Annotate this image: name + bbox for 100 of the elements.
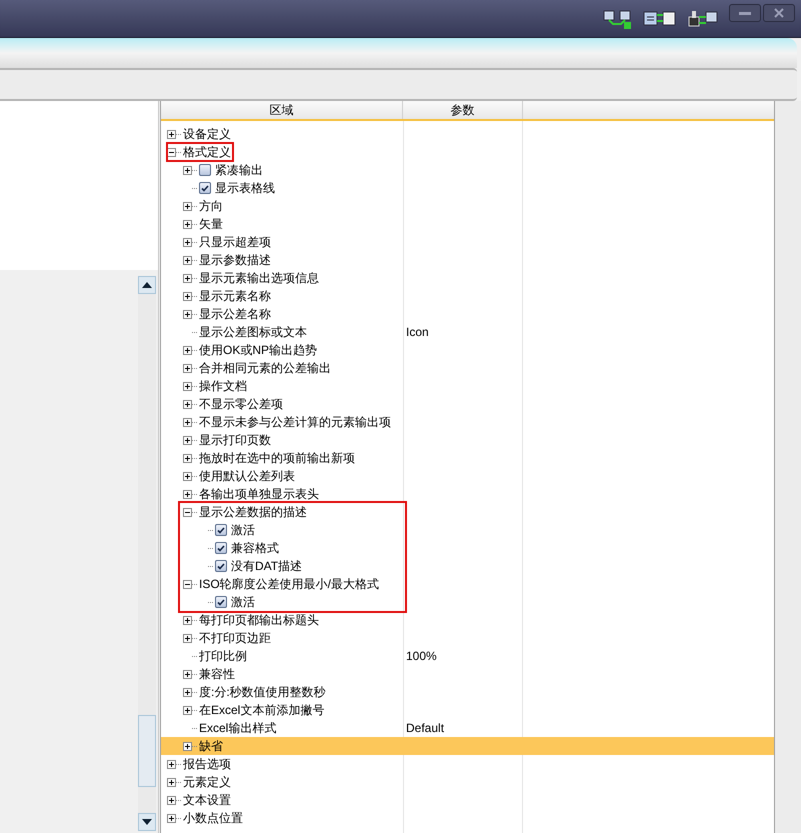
tree-row[interactable]: 合并相同元素的公差输出 [161, 359, 774, 377]
tree-row[interactable]: 使用OK或NP输出趋势 [161, 341, 774, 359]
tree-row[interactable]: 各输出项单独显示表头 [161, 485, 774, 503]
column-header[interactable]: 区域 [161, 101, 403, 119]
expand-icon[interactable] [183, 634, 192, 642]
expand-icon[interactable] [183, 670, 192, 678]
expand-icon[interactable] [183, 382, 192, 390]
expand-icon[interactable] [183, 436, 192, 444]
expand-icon[interactable] [183, 364, 192, 372]
tree-row[interactable]: 显示表格线 [161, 179, 774, 197]
tree-label: 元素定义 [183, 774, 231, 791]
checkbox[interactable] [215, 596, 227, 608]
expand-icon[interactable] [183, 256, 192, 264]
checkbox[interactable] [215, 560, 227, 572]
expand-icon[interactable] [183, 490, 192, 498]
machine-link-icon[interactable] [687, 8, 719, 28]
expand-icon[interactable] [167, 814, 176, 822]
checkbox[interactable] [215, 542, 227, 554]
tree-label: 显示表格线 [215, 180, 275, 197]
tree-row[interactable]: 显示元素名称 [161, 287, 774, 305]
tree-row[interactable]: 显示公差图标或文本 Icon [161, 323, 774, 341]
tree-row[interactable]: 不打印页边距 [161, 629, 774, 647]
tree-row[interactable]: 紧凑输出 [161, 161, 774, 179]
tree-row[interactable]: 没有DAT描述 [161, 557, 774, 575]
expand-icon[interactable] [167, 760, 176, 768]
tree-row[interactable]: 小数点位置 [161, 809, 774, 827]
expand-icon[interactable] [183, 742, 192, 750]
tree-row[interactable]: 报告选项 [161, 755, 774, 773]
tree-label: 度:分:秒数值使用整数秒 [199, 684, 326, 701]
tree-row[interactable]: 拖放时在选中的项前输出新项 [161, 449, 774, 467]
tree-label: 合并相同元素的公差输出 [199, 360, 331, 377]
tree-label: 只显示超差项 [199, 234, 271, 251]
expand-icon[interactable] [183, 418, 192, 426]
tree-row[interactable]: 矢量 [161, 215, 774, 233]
expand-icon[interactable] [183, 238, 192, 246]
expand-icon[interactable] [183, 166, 192, 174]
tree-row[interactable]: ISO轮廓度公差使用最小/最大格式 [161, 575, 774, 593]
expand-icon[interactable] [183, 688, 192, 696]
monitor-link-icon[interactable] [603, 8, 633, 28]
tree-row[interactable]: 操作文档 [161, 377, 774, 395]
collapse-icon[interactable] [167, 148, 176, 156]
tree-row[interactable]: 不显示零公差项 [161, 395, 774, 413]
scroll-thumb[interactable] [138, 715, 156, 787]
close-button[interactable] [763, 4, 795, 22]
tree-row[interactable]: 设备定义 [161, 125, 774, 143]
tree-row[interactable]: 元素定义 [161, 773, 774, 791]
minimize-button[interactable] [729, 4, 761, 22]
tree-row[interactable]: 显示公差数据的描述 [161, 503, 774, 521]
window-transfer-icon[interactable] [643, 8, 677, 28]
tree-row[interactable]: 激活 [161, 521, 774, 539]
expand-icon[interactable] [183, 274, 192, 282]
tree-row[interactable]: Excel输出样式 Default [161, 719, 774, 737]
column-header[interactable]: 参数 [403, 101, 523, 119]
tree-row[interactable]: 显示参数描述 [161, 251, 774, 269]
tree-row[interactable]: 方向 [161, 197, 774, 215]
tree-row[interactable]: 每打印页都输出标题头 [161, 611, 774, 629]
collapse-icon[interactable] [183, 508, 192, 516]
expand-icon[interactable] [183, 400, 192, 408]
tree-row[interactable]: 度:分:秒数值使用整数秒 [161, 683, 774, 701]
tree-row[interactable]: 显示公差名称 [161, 305, 774, 323]
tree-label: 每打印页都输出标题头 [199, 612, 319, 629]
tree-row[interactable]: 在Excel文本前添加撇号 [161, 701, 774, 719]
tree-row[interactable]: 显示元素输出选项信息 [161, 269, 774, 287]
expand-icon[interactable] [183, 310, 192, 318]
scroll-up-button[interactable] [138, 276, 156, 294]
expand-icon[interactable] [183, 454, 192, 462]
expand-icon[interactable] [167, 778, 176, 786]
tree-row[interactable]: 只显示超差项 [161, 233, 774, 251]
tree-label: 显示参数描述 [199, 252, 271, 269]
up-arrow-icon [142, 282, 152, 288]
tree-row[interactable]: 激活 [161, 593, 774, 611]
collapse-icon[interactable] [183, 580, 192, 588]
tree-row[interactable]: 格式定义 [161, 143, 774, 161]
tree-row[interactable]: 使用默认公差列表 [161, 467, 774, 485]
expand-icon[interactable] [183, 706, 192, 714]
tree-row[interactable]: 不显示未参与公差计算的元素输出项 [161, 413, 774, 431]
checkbox[interactable] [215, 524, 227, 536]
tree-label: 显示元素名称 [199, 288, 271, 305]
expand-icon[interactable] [167, 130, 176, 138]
scroll-down-button[interactable] [138, 813, 156, 831]
tree-row[interactable]: 打印比例 100% [161, 647, 774, 665]
tree-row[interactable]: 显示打印页数 [161, 431, 774, 449]
tree-label: 不显示未参与公差计算的元素输出项 [199, 414, 391, 431]
expand-icon[interactable] [183, 292, 192, 300]
expand-icon[interactable] [183, 346, 192, 354]
expand-icon[interactable] [183, 472, 192, 480]
tree-row[interactable]: 缺省 [161, 737, 774, 755]
checkbox[interactable] [199, 182, 211, 194]
tree-row[interactable]: 兼容格式 [161, 539, 774, 557]
expand-icon[interactable] [183, 220, 192, 228]
expand-icon[interactable] [167, 796, 176, 804]
tree-row[interactable]: 兼容性 [161, 665, 774, 683]
expand-icon[interactable] [183, 616, 192, 624]
expand-icon[interactable] [183, 202, 192, 210]
checkbox[interactable] [199, 164, 211, 176]
scrollbar[interactable] [138, 276, 156, 831]
tree-label: 文本设置 [183, 792, 231, 809]
tree-label: 激活 [231, 594, 255, 611]
tree-row[interactable]: 文本设置 [161, 791, 774, 809]
property-value: Icon [406, 325, 429, 339]
